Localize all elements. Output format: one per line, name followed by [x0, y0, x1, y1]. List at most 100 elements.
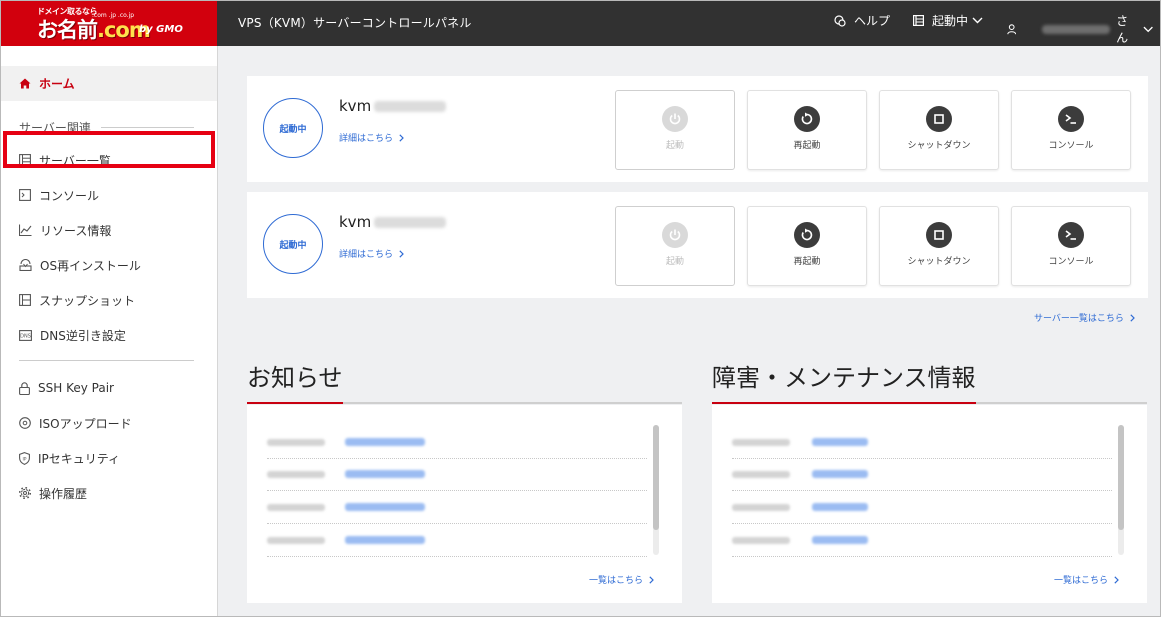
maintenance-title-accent	[712, 402, 976, 404]
sidebar-item-iso-upload[interactable]: ISOアップロード	[19, 413, 132, 433]
scrollbar-thumb[interactable]	[1118, 425, 1124, 530]
news-date-redacted	[267, 471, 325, 478]
sidebar-item-ip-security[interactable]: IP IPセキュリティ	[19, 448, 120, 468]
news-date-redacted	[732, 439, 790, 446]
maintenance-more-link[interactable]: 一覧はこちら	[1054, 573, 1119, 586]
chevron-right-icon	[1114, 575, 1119, 584]
user-menu[interactable]: さん	[1007, 12, 1161, 46]
shutdown-button[interactable]: シャットダウン	[879, 206, 999, 286]
restart-button[interactable]: 再起動	[747, 206, 867, 286]
sidebar-item-dns-reverse[interactable]: DNS DNS逆引き設定	[19, 325, 126, 345]
console-label: コンソール	[1048, 140, 1094, 151]
maintenance-item[interactable]	[732, 459, 1112, 491]
sidebar-item-console[interactable]: コンソール	[19, 185, 99, 205]
svg-text:DNS: DNS	[20, 333, 31, 339]
console-label: コンソール	[1048, 256, 1094, 267]
news-text-redacted	[345, 438, 425, 446]
sidebar-item-snapshot[interactable]: スナップショット	[19, 290, 135, 310]
news-date-redacted	[732, 471, 790, 478]
restart-label: 再起動	[793, 256, 821, 267]
maintenance-item[interactable]	[732, 427, 1112, 459]
sidebar-item-label: ホーム	[39, 77, 75, 91]
snapshot-icon	[19, 294, 31, 306]
scrollbar-thumb[interactable]	[653, 425, 659, 530]
restart-button[interactable]: 再起動	[747, 90, 867, 170]
stop-icon	[926, 221, 952, 248]
news-text-redacted	[812, 470, 868, 478]
sidebar-item-ssh-key-pair[interactable]: SSH Key Pair	[19, 378, 114, 398]
news-item[interactable]	[267, 459, 647, 491]
stop-icon	[926, 105, 952, 132]
status-badge: 起動中	[263, 98, 323, 158]
maintenance-item[interactable]	[732, 492, 1112, 524]
start-button[interactable]: 起動	[615, 206, 735, 286]
news-text-redacted	[812, 503, 868, 511]
detail-link-label: 詳細はこちら	[339, 134, 394, 144]
maintenance-scrollbar[interactable]	[1118, 425, 1124, 555]
news-date-redacted	[732, 537, 790, 544]
server-list-link[interactable]: サーバー一覧はこちら	[1034, 311, 1135, 324]
news-text-redacted	[812, 536, 868, 544]
news-item[interactable]	[267, 492, 647, 524]
news-scrollbar[interactable]	[653, 425, 659, 555]
start-label: 起動	[665, 140, 684, 151]
server-name-prefix: kvm	[339, 97, 372, 115]
chevron-right-icon	[399, 249, 404, 258]
onamae-logo[interactable]: ドメイン取るなら .com .jp .co.jp お名前.com by GMO	[1, 1, 217, 46]
news-text-redacted	[345, 503, 425, 511]
console-button[interactable]: コンソール	[1011, 90, 1131, 170]
chevron-right-icon	[399, 133, 404, 142]
restart-icon	[794, 105, 820, 132]
server-name-prefix: kvm	[339, 213, 372, 231]
restart-label: 再起動	[793, 140, 821, 151]
sidebar-item-home[interactable]: ホーム	[1, 66, 217, 101]
news-title-rule	[247, 402, 682, 404]
status-badge: 起動中	[263, 214, 323, 274]
news-title-accent	[247, 402, 343, 404]
status-dropdown[interactable]: 起動中	[913, 12, 991, 29]
logo-wordmark: お名前.com	[37, 14, 151, 44]
power-icon	[662, 221, 688, 248]
user-name-redacted	[1042, 24, 1111, 34]
sidebar-item-label: スナップショット	[39, 293, 136, 308]
section-divider	[100, 127, 194, 128]
server-list-link-label: サーバー一覧はこちら	[1034, 314, 1124, 324]
sidebar-item-os-reinstall[interactable]: OS再インストール	[19, 255, 141, 275]
sidebar-item-resources[interactable]: リソース情報	[19, 220, 111, 240]
user-icon	[1007, 23, 1017, 34]
news-text-redacted	[812, 438, 868, 446]
maintenance-title: 障害・メンテナンス情報	[712, 364, 976, 392]
sidebar-item-label: リソース情報	[40, 223, 112, 238]
help-button[interactable]: ヘルプ	[834, 12, 890, 29]
sidebar-item-label: 操作履歴	[39, 486, 88, 501]
maintenance-item[interactable]	[732, 525, 1112, 557]
server-name-redacted	[374, 216, 447, 228]
chevron-down-icon	[972, 17, 983, 24]
maintenance-panel: 一覧はこちら	[712, 405, 1147, 603]
server-detail-link[interactable]: 詳細はこちら	[339, 247, 404, 260]
user-suffix: さん	[1116, 14, 1129, 45]
gear-icon	[19, 487, 31, 499]
news-item[interactable]	[267, 525, 647, 557]
server-detail-link[interactable]: 詳細はこちら	[339, 131, 404, 144]
sidebar-item-label: コンソール	[39, 188, 100, 203]
server-icon	[913, 15, 924, 26]
start-button[interactable]: 起動	[615, 90, 735, 170]
sidebar-item-label: IPセキュリティ	[38, 451, 121, 466]
console-button[interactable]: コンソール	[1011, 206, 1131, 286]
news-more-link[interactable]: 一覧はこちら	[589, 573, 654, 586]
highlight-box-console	[3, 131, 215, 168]
news-date-redacted	[267, 537, 325, 544]
shutdown-label: シャットダウン	[907, 140, 971, 151]
lock-icon	[19, 381, 30, 395]
more-link-label: 一覧はこちら	[1054, 576, 1109, 586]
page-title: VPS（KVM）サーバーコントロールパネル	[238, 16, 472, 30]
news-date-redacted	[267, 504, 325, 511]
disc-icon	[19, 417, 31, 429]
news-item[interactable]	[267, 427, 647, 459]
maintenance-title-rule	[712, 402, 1147, 404]
shutdown-button[interactable]: シャットダウン	[879, 90, 999, 170]
sidebar-item-operation-history[interactable]: 操作履歴	[19, 483, 87, 503]
server-name-redacted	[374, 100, 447, 112]
server-card: 起動中 kvm 詳細はこちら 起動 再起動 シャットダウン コンソール	[247, 76, 1148, 182]
